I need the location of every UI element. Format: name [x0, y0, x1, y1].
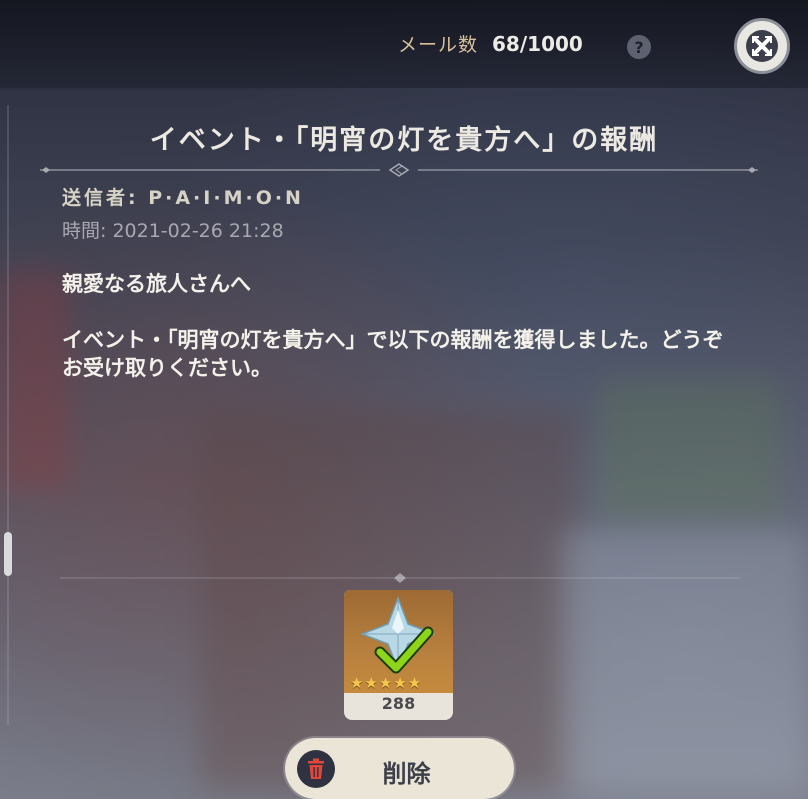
scrollbar-thumb[interactable] [4, 532, 12, 576]
mail-body-message: イベント・「明宵の灯を貴方へ」で以下の報酬を獲得しました。どうぞお受け取りくださ… [62, 328, 724, 380]
delete-label: 削除 [382, 760, 431, 788]
mail-count: メール数 68/1000 [398, 30, 583, 57]
reward-divider [60, 573, 740, 583]
title-divider [40, 163, 758, 177]
mail-count-value: 68/1000 [492, 31, 583, 56]
mail-sender: 送信者: P·A·I·M·O·N [62, 187, 304, 209]
mail-count-label: メール数 [398, 34, 479, 56]
delete-button[interactable]: 削除 [285, 738, 514, 799]
claimed-check-icon [374, 626, 434, 674]
reward-art: ★★★★★ [344, 590, 453, 693]
mail-body: 親愛なる旅人さんへ イベント・「明宵の灯を貴方へ」で以下の報酬を獲得しました。ど… [62, 270, 742, 382]
mail-body-greeting: 親愛なる旅人さんへ [62, 272, 251, 296]
reward-stars: ★★★★★ [350, 674, 423, 692]
close-button[interactable] [734, 18, 790, 74]
mail-time: 時間: 2021-02-26 21:28 [62, 220, 284, 242]
scrollbar-track[interactable] [7, 105, 9, 725]
close-icon [746, 30, 778, 62]
mail-title: イベント・「明宵の灯を貴方へ」の報酬 [149, 125, 659, 156]
help-icon[interactable]: ? [627, 35, 651, 59]
reward-count: 288 [381, 694, 416, 713]
reward-item[interactable]: ★★★★★ 288 [344, 590, 453, 720]
